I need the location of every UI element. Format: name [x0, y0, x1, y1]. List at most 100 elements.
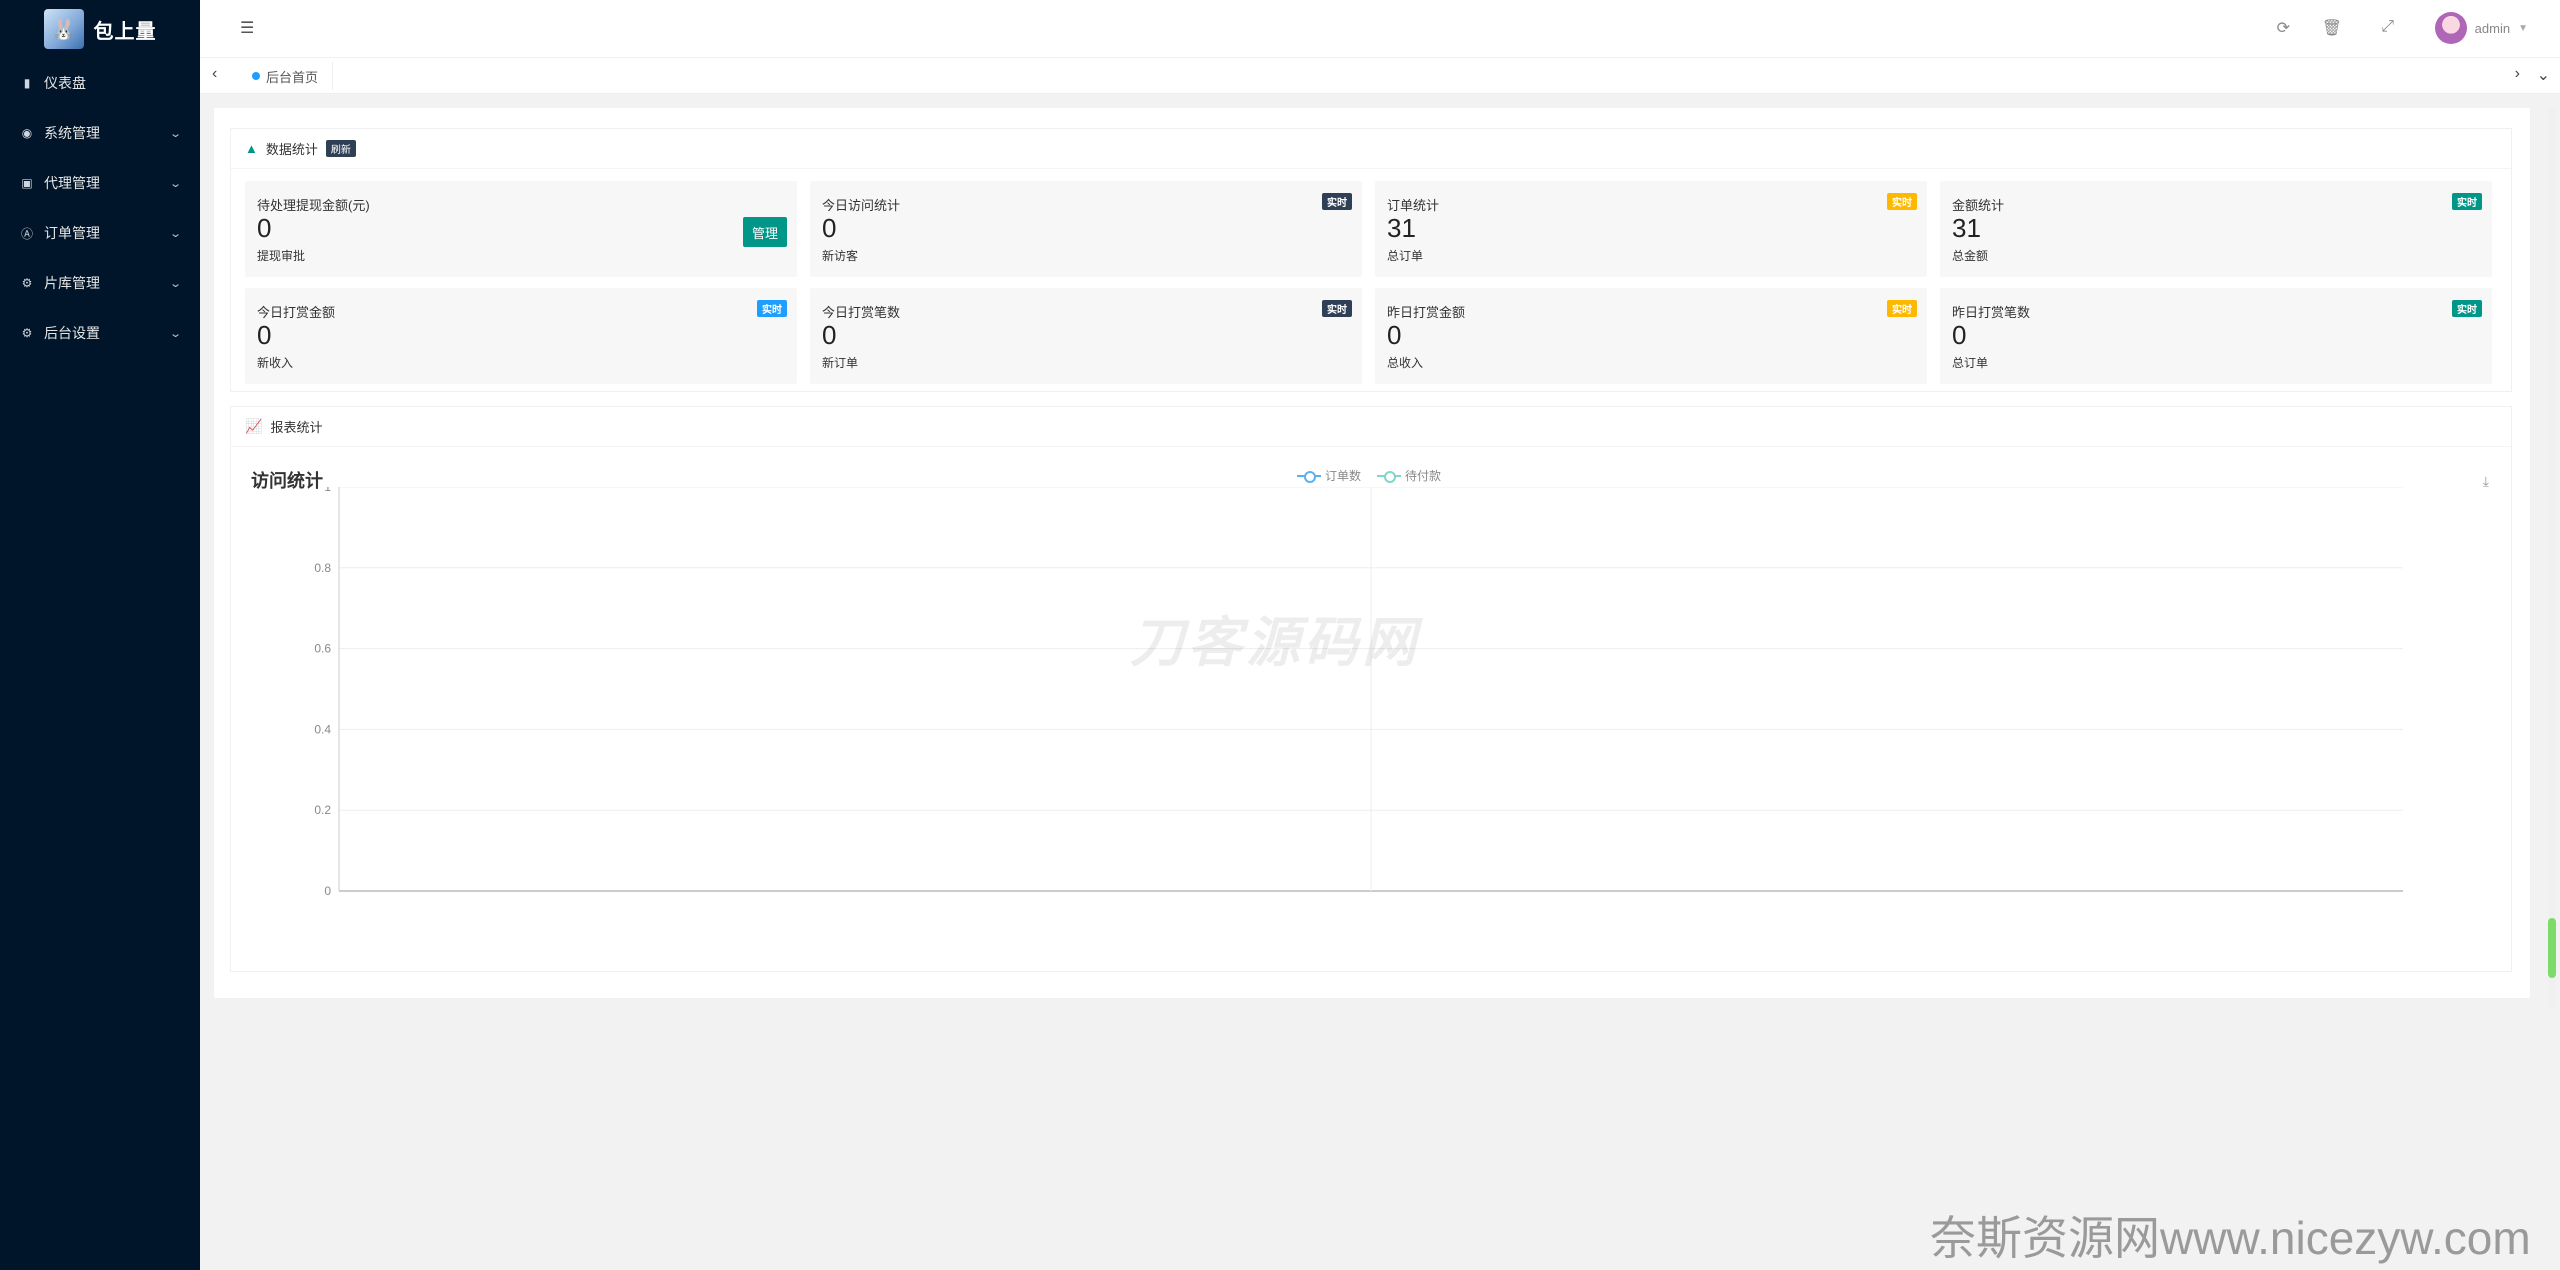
stats-panel: ▲ 数据统计 刷新 待处理提现金额(元) 0 提现审批 管理 今日访问统计 0 新访客 实时订…: [230, 128, 2512, 392]
sidebar-item-5[interactable]: ⚙ 后台设置 ⌄: [0, 308, 200, 358]
stat-card-subtitle: 新收入: [257, 356, 294, 370]
sidebar-menu: ▮ 仪表盘 ◉ 系统管理 ⌄ ▣ 代理管理 ⌄ Ⓐ 订单管理 ⌄ ⚙ 片库管理 ⌄ ⚙ 后台设置 ⌄: [0, 58, 200, 358]
menu-toggle-icon[interactable]: ☰: [240, 18, 254, 38]
system-icon: ◉: [21, 126, 33, 140]
chevron-down-icon: ▼: [2518, 22, 2528, 34]
stat-card: 金额统计 31 总金额 实时: [1940, 181, 2492, 277]
realtime-badge: 实时: [757, 300, 787, 317]
chevron-left-icon[interactable]: ‹: [212, 65, 217, 83]
y-tick-label: 0.6: [314, 642, 331, 656]
stat-card-subtitle: 新访客: [822, 249, 859, 263]
avatar: [2434, 12, 2467, 44]
sidebar-item-0[interactable]: ▮ 仪表盘: [0, 58, 200, 108]
logo[interactable]: 🐰 包上量: [0, 0, 200, 58]
fullscreen-icon[interactable]: ⤢: [2381, 18, 2394, 36]
watermark: 刀客源码网: [1130, 613, 1420, 673]
chevron-down-icon: ⌄: [168, 127, 182, 140]
sidebar-item-4[interactable]: ⚙ 片库管理 ⌄: [0, 258, 200, 308]
sidebar-item-label: 片库管理: [44, 275, 100, 291]
chevron-down-icon: ⌄: [168, 177, 182, 190]
tab-bar: ‹ 后台首页 › ⌄: [200, 58, 2560, 94]
stats-panel-header: ▲ 数据统计 刷新: [231, 129, 2511, 169]
sidebar-item-label: 系统管理: [44, 125, 100, 141]
stat-card-subtitle: 总订单: [1387, 249, 1424, 263]
report-panel-header: 📈 报表统计: [231, 407, 2511, 447]
manage-button[interactable]: 管理: [743, 217, 787, 247]
realtime-badge: 实时: [2452, 300, 2482, 317]
realtime-badge: 实时: [1887, 300, 1917, 317]
stat-card: 昨日打赏金额 0 总收入 实时: [1375, 288, 1927, 384]
sidebar-item-label: 后台设置: [44, 325, 100, 341]
footer-watermark: 奈斯资源网www.nicezyw.com: [1930, 1212, 2531, 1264]
sidebar: 🐰 包上量 ▮ 仪表盘 ◉ 系统管理 ⌄ ▣ 代理管理 ⌄ Ⓐ 订单管理 ⌄ ⚙ 片库管理 ⌄ ⚙ 后台设置 ⌄: [0, 0, 200, 1270]
stat-card-title: 今日打赏笔数: [822, 305, 901, 320]
stat-card: 昨日打赏笔数 0 总订单 实时: [1940, 288, 2492, 384]
username: admin: [2474, 20, 2511, 36]
stat-card-subtitle: 提现审批: [257, 249, 306, 263]
scrollbar[interactable]: [2548, 108, 2556, 1008]
stat-card-title: 今日打赏金额: [257, 305, 336, 320]
y-tick-label: 1: [324, 487, 331, 494]
stat-card-value: 0: [1952, 320, 1967, 350]
tab-label: 后台首页: [266, 69, 319, 85]
chevron-down-icon[interactable]: ⌄: [2537, 65, 2550, 85]
report-panel-title: 报表统计: [270, 420, 323, 435]
realtime-badge: 实时: [2452, 193, 2482, 210]
y-tick-label: 0.8: [314, 561, 331, 575]
top-header: ☰ ⟳ 🗑 ⤢ admin ▼: [200, 0, 2560, 58]
y-tick-label: 0.4: [314, 722, 331, 736]
stat-card: 今日访问统计 0 新访客 实时: [810, 181, 1362, 277]
tab-home[interactable]: 后台首页: [240, 62, 334, 90]
sidebar-item-1[interactable]: ◉ 系统管理 ⌄: [0, 108, 200, 158]
stat-card-title: 今日访问统计: [822, 198, 901, 213]
scrollbar-thumb[interactable]: [2548, 918, 2556, 978]
agent-icon: ▣: [21, 176, 33, 190]
sidebar-item-3[interactable]: Ⓐ 订单管理 ⌄: [0, 208, 200, 258]
line-chart-icon: 📈: [245, 418, 263, 434]
stat-card: 今日打赏金额 0 新收入 实时: [245, 288, 797, 384]
realtime-badge: 实时: [1322, 300, 1352, 317]
stat-card-subtitle: 总收入: [1387, 356, 1424, 370]
stat-card-value: 0: [257, 320, 272, 350]
y-tick-label: 0.2: [314, 803, 331, 817]
main-content: ▲ 数据统计 刷新 待处理提现金额(元) 0 提现审批 管理 今日访问统计 0 新访客 实时订…: [214, 108, 2530, 998]
stat-card-title: 金额统计: [1952, 198, 2005, 213]
dashboard-icon: ▮: [23, 76, 31, 90]
stat-card: 订单统计 31 总订单 实时: [1375, 181, 1927, 277]
stat-card-subtitle: 新订单: [822, 356, 859, 370]
stat-card: 今日打赏笔数 0 新订单 实时: [810, 288, 1362, 384]
realtime-badge: 实时: [1887, 193, 1917, 210]
chart-legend: 订单数 待付款: [1297, 467, 1441, 484]
legend-item[interactable]: 待付款: [1377, 467, 1441, 484]
legend-swatch: [1377, 470, 1402, 483]
chevron-right-icon[interactable]: ›: [2515, 65, 2520, 83]
stat-card-value: 0: [822, 213, 837, 243]
trash-icon[interactable]: 🗑: [2322, 18, 2342, 38]
refresh-badge[interactable]: 刷新: [325, 140, 356, 157]
stat-card-value: 0: [1387, 320, 1402, 350]
stat-card-value: 31: [1952, 213, 1981, 243]
legend-item[interactable]: 订单数: [1297, 467, 1361, 484]
legend-label: 订单数: [1325, 469, 1362, 483]
legend-swatch: [1297, 470, 1321, 483]
refresh-icon[interactable]: ⟳: [2277, 18, 2290, 38]
chevron-down-icon: ⌄: [168, 277, 182, 290]
report-panel: 📈 报表统计 访问统计 订单数 待付款 ⤓ 0 0.2 0.4 0.6 0.8 1: [230, 406, 2512, 972]
stat-card-title: 待处理提现金额(元): [257, 198, 370, 213]
library-icon: ⚙: [21, 276, 33, 290]
stat-card-value: 0: [822, 320, 837, 350]
stat-card: 待处理提现金额(元) 0 提现审批 管理: [245, 181, 797, 277]
realtime-badge: 实时: [1322, 193, 1352, 210]
legend-label: 待付款: [1405, 469, 1442, 483]
logo-text: 包上量: [93, 20, 157, 43]
sidebar-item-2[interactable]: ▣ 代理管理 ⌄: [0, 158, 200, 208]
chevron-down-icon: ⌄: [168, 327, 182, 340]
user-menu[interactable]: admin ▼: [2434, 12, 2528, 44]
order-icon: Ⓐ: [20, 226, 33, 241]
stat-card-title: 昨日打赏笔数: [1952, 305, 2031, 320]
stat-card-title: 昨日打赏金额: [1387, 305, 1466, 320]
stats-panel-title: 数据统计: [265, 142, 318, 157]
sidebar-item-label: 代理管理: [44, 175, 100, 191]
warning-icon: ▲: [245, 141, 258, 156]
settings-icon: ⚙: [21, 326, 33, 340]
